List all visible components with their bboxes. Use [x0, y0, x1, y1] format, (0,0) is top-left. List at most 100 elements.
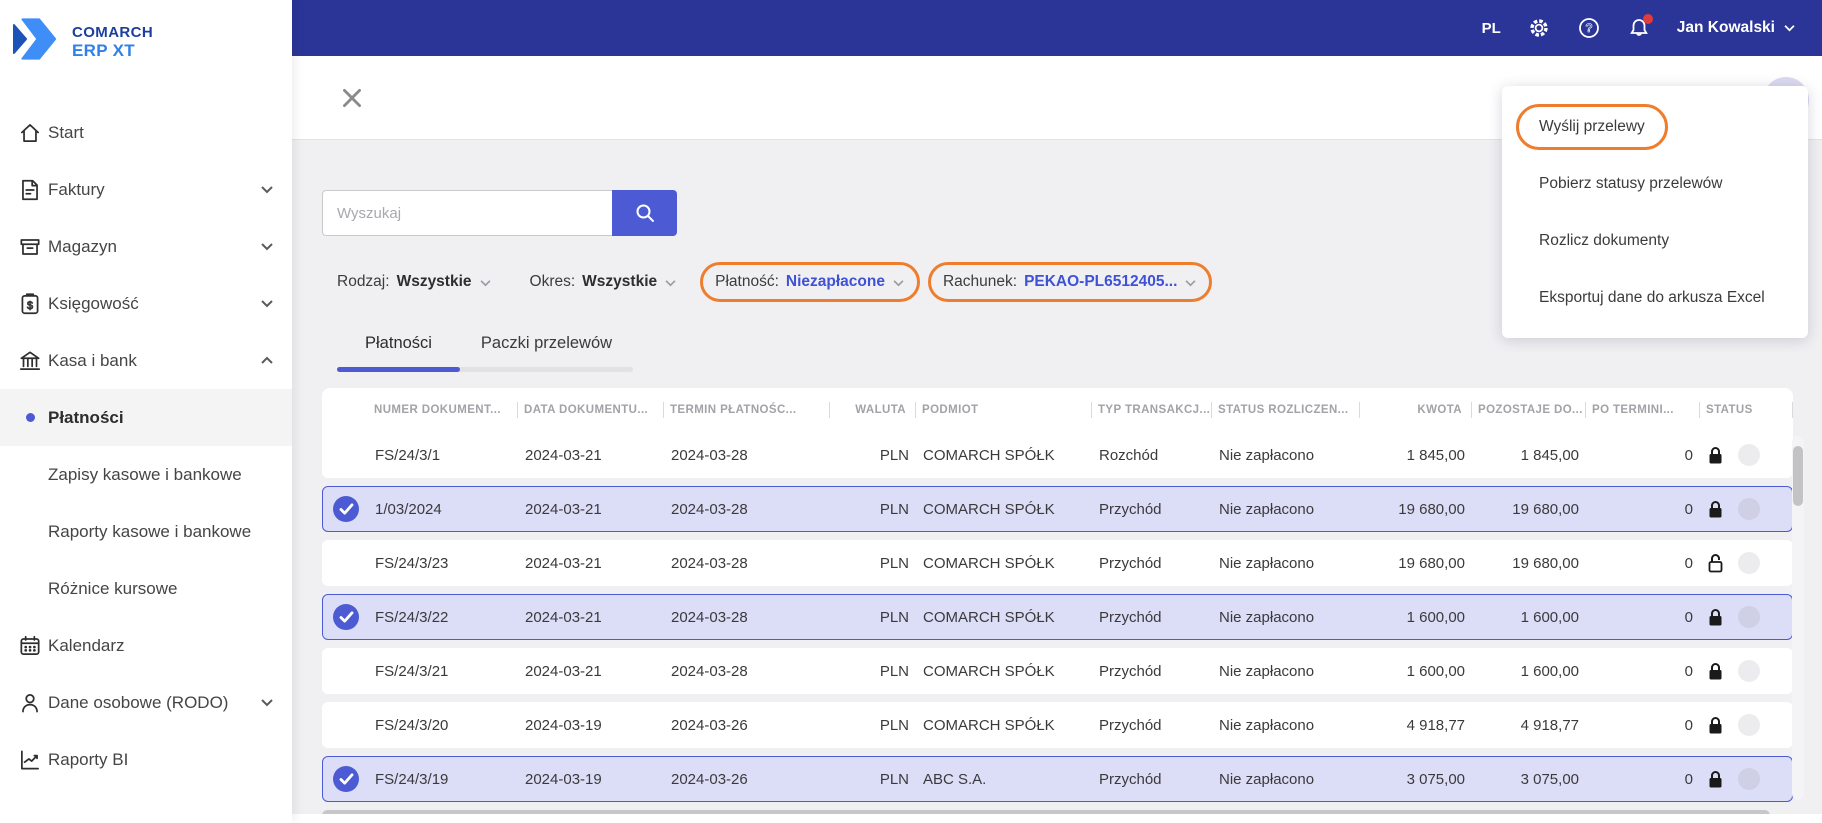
filter-platnosc[interactable]: Płatność: Niezapłacone	[700, 262, 920, 302]
cell-pozostaje: 1 600,00	[1520, 608, 1579, 626]
tab-underline-track	[337, 367, 633, 372]
sidebar-item-zapisy-kasowe-i-bankowe[interactable]: Zapisy kasowe i bankowe	[0, 446, 292, 503]
column-header-check[interactable]	[322, 388, 368, 432]
menu-item-eksportuj-dane-do-arkusza-excel[interactable]: Eksportuj dane do arkusza Excel	[1502, 269, 1808, 326]
row-checkbox[interactable]	[333, 496, 359, 522]
sidebar-item-kalendarz[interactable]: Kalendarz	[0, 617, 292, 674]
sidebar-item-roznice-kursowe[interactable]: Różnice kursowe	[0, 560, 292, 617]
cell-typ: Przychód	[1099, 500, 1162, 518]
cell-check	[323, 487, 369, 531]
cell-typ: Przychód	[1099, 662, 1162, 680]
cell-pozostaje: 1 845,00	[1520, 446, 1579, 464]
nav-icon-slot	[12, 747, 48, 773]
column-header-pozostaje[interactable]: POZOSTAJE DO...	[1472, 388, 1586, 432]
sidebar-item-ksiegowosc[interactable]: Księgowość	[0, 275, 292, 332]
chevron-down-icon	[260, 698, 274, 707]
menu-item-pobierz-statusy-przelewow[interactable]: Pobierz statusy przelewów	[1502, 155, 1808, 212]
sidebar-item-dane-osobowe-rodo[interactable]: Dane osobowe (RODO)	[0, 674, 292, 731]
status-toggle[interactable]	[1738, 552, 1760, 574]
column-header-waluta[interactable]: WALUTA	[830, 388, 916, 432]
cell-termin: 2024-03-28	[671, 554, 748, 572]
table-row[interactable]: FS/24/3/21 2024-03-21 2024-03-28 PLN COMARCH…	[322, 648, 1793, 694]
vertical-scrollbar-thumb[interactable]	[1793, 446, 1803, 506]
search-button[interactable]	[612, 190, 677, 236]
status-toggle[interactable]	[1738, 714, 1760, 736]
menu-item-label: Pobierz statusy przelewów	[1539, 174, 1723, 192]
table-row[interactable]: FS/24/3/19 2024-03-19 2024-03-26 PLN ABC S.A…	[322, 756, 1793, 802]
cell-status	[1701, 757, 1794, 801]
nav-icon-slot	[12, 633, 48, 659]
cell-po_terminie: 0	[1684, 608, 1693, 626]
chevron-down-icon	[479, 279, 492, 287]
table-row[interactable]: FS/24/3/1 2024-03-21 2024-03-28 PLN COMARCH …	[322, 432, 1793, 478]
search-input[interactable]	[322, 190, 612, 236]
brand-name: COMARCH ERP XT	[72, 18, 153, 61]
filter-rachunek[interactable]: Rachunek: PEKAO-PL6512405...	[927, 262, 1213, 302]
help-icon[interactable]	[1577, 16, 1601, 40]
column-header-kwota[interactable]: KWOTA	[1360, 388, 1472, 432]
lock-closed-icon	[1707, 446, 1724, 465]
sidebar-item-faktury[interactable]: Faktury	[0, 161, 292, 218]
cell-status_rozl: Nie zapłacono	[1219, 446, 1315, 464]
cell-kwota: 1 600,00	[1406, 662, 1465, 680]
brand-logo[interactable]: COMARCH ERP XT	[0, 0, 292, 104]
notifications-bell-icon[interactable]	[1627, 14, 1653, 40]
tab-platnosci[interactable]: Płatności	[337, 334, 460, 367]
cell-check	[323, 649, 369, 693]
chevron-down-icon	[260, 299, 274, 308]
payments-table: NUMER DOKUMENT... DATA DOKUMENTU... TERMIN…	[322, 388, 1793, 821]
column-header-po_terminie[interactable]: PO TERMINI...	[1586, 388, 1700, 432]
cell-waluta: PLN	[879, 770, 909, 788]
settings-gear-icon[interactable]	[1527, 16, 1551, 40]
status-toggle[interactable]	[1738, 660, 1760, 682]
cell-typ: Przychód	[1099, 770, 1162, 788]
column-header-status_rozl[interactable]: STATUS ROZLICZEN...	[1212, 388, 1360, 432]
column-header-termin[interactable]: TERMIN PŁATNOŚC...	[664, 388, 830, 432]
status-toggle[interactable]	[1738, 444, 1760, 466]
status-toggle[interactable]	[1738, 498, 1760, 520]
vertical-scrollbar[interactable]	[1792, 436, 1804, 800]
sidebar-item-label: Zapisy kasowe i bankowe	[48, 464, 242, 484]
column-header-status[interactable]: STATUS	[1700, 388, 1793, 432]
tab-paczki-przelewow[interactable]: Paczki przelewów	[460, 334, 633, 367]
sidebar-item-raporty-kasowe-i-bankowe[interactable]: Raporty kasowe i bankowe	[0, 503, 292, 560]
row-checkbox[interactable]	[333, 604, 359, 630]
brand-name-top: COMARCH	[72, 24, 154, 41]
sidebar-item-platnosci[interactable]: Płatności	[0, 389, 292, 446]
status-toggle[interactable]	[1738, 768, 1760, 790]
column-header-podmiot[interactable]: PODMIOT	[916, 388, 1092, 432]
cell-typ: Rozchód	[1099, 446, 1159, 464]
filter-rodzaj[interactable]: Rodzaj: Wszystkie	[322, 262, 507, 302]
sidebar-item-label: Kalendarz	[48, 635, 125, 655]
sidebar-item-start[interactable]: Start	[0, 104, 292, 161]
nav-icon-slot	[12, 234, 48, 260]
menu-item-wyslij-przelewy[interactable]: Wyślij przelewy	[1502, 98, 1808, 155]
menu-item-rozlicz-dokumenty[interactable]: Rozlicz dokumenty	[1502, 212, 1808, 269]
bottom-strip	[292, 814, 1822, 823]
row-checkbox[interactable]	[333, 766, 359, 792]
sidebar-item-raporty-bi[interactable]: Raporty BI	[0, 731, 292, 788]
filter-okres[interactable]: Okres: Wszystkie	[515, 262, 693, 302]
cell-data_dok: 2024-03-19	[525, 716, 602, 734]
filter-label: Okres:	[529, 273, 576, 290]
sidebar-item-magazyn[interactable]: Magazyn	[0, 218, 292, 275]
language-selector[interactable]: PL	[1482, 20, 1501, 37]
user-menu[interactable]: Jan Kowalski	[1677, 19, 1796, 37]
table-row[interactable]: 1/03/2024 2024-03-21 2024-03-28 PLN COMARCH …	[322, 486, 1793, 532]
notification-dot	[1642, 14, 1653, 24]
filter-label: Rachunek:	[942, 273, 1018, 290]
table-row[interactable]: FS/24/3/22 2024-03-21 2024-03-28 PLN COMARCH…	[322, 594, 1793, 640]
table-row[interactable]: FS/24/3/20 2024-03-19 2024-03-26 PLN COMARCH…	[322, 702, 1793, 748]
column-header-data_dok[interactable]: DATA DOKUMENTU...	[518, 388, 664, 432]
filter-label: Rodzaj:	[337, 273, 390, 290]
status-toggle[interactable]	[1738, 606, 1760, 628]
column-header-numer[interactable]: NUMER DOKUMENT...	[368, 388, 518, 432]
column-header-typ[interactable]: TYP TRANSAKCJ...	[1092, 388, 1212, 432]
table-row[interactable]: FS/24/3/23 2024-03-21 2024-03-28 PLN COMARCH…	[322, 540, 1793, 586]
sidebar-item-kasa-i-bank[interactable]: Kasa i bank	[0, 332, 292, 389]
filter-value: Niezapłacone	[785, 273, 885, 290]
active-bullet-icon	[25, 413, 35, 422]
cell-typ: Przychód	[1099, 608, 1162, 626]
close-button[interactable]	[339, 85, 365, 111]
cell-data_dok: 2024-03-19	[525, 770, 602, 788]
